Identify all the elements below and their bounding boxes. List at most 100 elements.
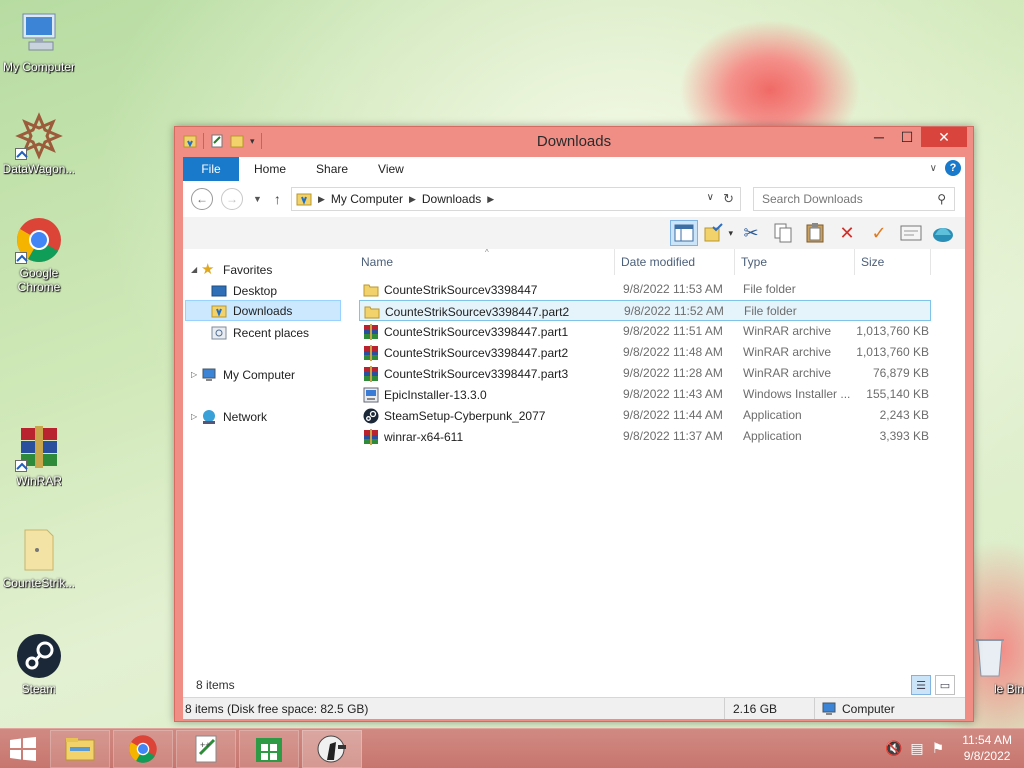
file-name-cell: winrar-x64-611 <box>363 429 463 445</box>
title-bar[interactable]: ▾ Downloads ─ ☐ ✕ <box>175 127 973 157</box>
nav-favorites[interactable]: ◢ ★ Favorites <box>191 259 272 280</box>
expand-arrow-icon[interactable]: ◢ <box>191 265 201 274</box>
start-button[interactable] <box>8 737 38 761</box>
clock[interactable]: 11:54 AM 9/8/2022 <box>962 732 1012 764</box>
minimize-button[interactable]: ─ <box>865 127 893 147</box>
refresh-icon[interactable]: ↻ <box>723 191 734 207</box>
computer-icon <box>202 368 216 381</box>
nav-recent-places[interactable]: Recent places <box>211 322 309 343</box>
breadcrumb-downloads[interactable]: Downloads <box>422 192 481 206</box>
nav-my-computer[interactable]: ▷ My Computer <box>191 364 295 385</box>
scissors-icon: ✂ <box>743 222 759 243</box>
desktop-icon-counterstrike-folder[interactable]: CounteStrik... <box>2 526 76 590</box>
downloads-folder-icon <box>296 193 312 206</box>
desktop-icon-label: CounteStrik... <box>2 576 76 590</box>
file-name-cell: CounteStrikSourcev3398447 <box>363 282 537 298</box>
column-header-size[interactable]: Size <box>855 249 931 275</box>
arrow-right-icon: → <box>226 192 238 206</box>
search-input[interactable]: Search Downloads ⚲ <box>753 187 955 211</box>
breadcrumb-my-computer[interactable]: My Computer <box>331 192 403 206</box>
action-center-flag-icon[interactable]: ⚑ <box>932 740 945 757</box>
table-row[interactable]: SteamSetup-Cyberpunk_2077 9/8/2022 11:44 … <box>359 405 931 426</box>
nav-desktop[interactable]: Desktop <box>211 280 277 301</box>
chevron-down-icon[interactable]: ▾ <box>728 228 733 239</box>
cut-button[interactable]: ✂ <box>737 220 765 246</box>
collapse-arrow-icon[interactable]: ▷ <box>191 370 201 379</box>
column-header-date-modified[interactable]: Date modified <box>615 249 735 275</box>
recent-locations-icon[interactable]: ▼ <box>253 194 262 204</box>
star-icon: ★ <box>201 260 215 278</box>
volume-muted-icon[interactable]: 🔇 <box>885 740 902 757</box>
chevron-right-icon[interactable]: ▶ <box>487 194 494 205</box>
desktop-icon-steam[interactable]: Steam <box>2 632 76 696</box>
tab-file[interactable]: File <box>183 157 239 181</box>
back-button[interactable]: ← <box>191 188 213 210</box>
taskbar-counter-strike[interactable] <box>302 730 362 768</box>
paste-icon <box>806 223 824 243</box>
tab-share[interactable]: Share <box>301 157 363 181</box>
internet-options-button[interactable] <box>929 220 957 246</box>
preview-pane-button[interactable] <box>670 220 699 246</box>
file-size: 1,013,760 KB <box>856 324 929 338</box>
file-name: SteamSetup-Cyberpunk_2077 <box>384 409 546 423</box>
column-header-name[interactable]: ^ Name <box>355 248 615 275</box>
file-size: 2,243 KB <box>879 408 929 422</box>
desktop-icon-my-computer[interactable]: My Computer <box>2 10 76 74</box>
file-name: EpicInstaller-13.3.0 <box>384 388 487 402</box>
forward-button[interactable]: → <box>221 188 243 210</box>
desktop-icon-datawagon[interactable]: DataWagon... <box>2 112 76 176</box>
taskbar-file-explorer[interactable] <box>50 730 110 768</box>
taskbar-notepad-plus[interactable]: ++ <box>176 730 236 768</box>
rename-button[interactable]: ✓ <box>865 220 893 246</box>
nav-network[interactable]: ▷ Network <box>191 406 267 427</box>
table-row[interactable]: winrar-x64-611 9/8/2022 11:37 AM Applicati… <box>359 426 931 447</box>
up-arrow-icon[interactable]: ↑ <box>274 191 281 207</box>
file-size: 3,393 KB <box>879 429 929 443</box>
maximize-button[interactable]: ☐ <box>893 127 921 147</box>
tab-home[interactable]: Home <box>239 157 301 181</box>
large-icons-view-button[interactable]: ▭ <box>935 675 955 695</box>
taskbar-store[interactable] <box>239 730 299 768</box>
table-row[interactable]: EpicInstaller-13.3.0 9/8/2022 11:43 AM Win… <box>359 384 931 405</box>
file-name: winrar-x64-611 <box>384 430 464 444</box>
column-header-type[interactable]: Type <box>735 249 855 275</box>
content-area: ◢ ★ Favorites Desktop Downloads Recent p… <box>183 248 965 697</box>
table-row[interactable]: CounteStrikSourcev3398447.part1 9/8/2022 … <box>359 321 931 342</box>
status-location-label: Computer <box>842 701 895 716</box>
file-date: 9/8/2022 11:44 AM <box>623 408 723 422</box>
table-row[interactable]: CounteStrikSourcev3398447.part3 9/8/2022 … <box>359 363 931 384</box>
search-placeholder: Search Downloads <box>762 192 863 206</box>
file-name-cell: CounteStrikSourcev3398447.part2 <box>363 345 568 361</box>
chevron-right-icon[interactable]: ▶ <box>409 194 416 205</box>
table-row[interactable]: CounteStrikSourcev3398447.part2 9/8/2022 … <box>359 300 931 321</box>
delete-button[interactable]: ✕ <box>833 220 861 246</box>
chevron-right-icon[interactable]: ▶ <box>318 194 325 205</box>
windows-logo-icon <box>10 737 36 761</box>
collapse-arrow-icon[interactable]: ▷ <box>191 412 201 421</box>
address-bar[interactable]: ▶ My Computer ▶ Downloads ▶ ∨ ↻ <box>291 187 741 211</box>
datawagon-icon <box>15 112 63 160</box>
taskbar: ++ 🔇 ▤ ⚑ 11:54 AM 9/8/2022 <box>0 728 1024 768</box>
downloads-folder-icon <box>211 305 227 317</box>
network-status-icon[interactable]: ▤ <box>910 740 923 757</box>
properties-button[interactable] <box>897 220 925 246</box>
taskbar-chrome[interactable] <box>113 730 173 768</box>
nav-label: Downloads <box>233 303 293 318</box>
select-button[interactable] <box>702 220 724 246</box>
computer-icon <box>15 10 63 58</box>
paste-button[interactable] <box>801 220 829 246</box>
help-icon[interactable]: ? <box>945 160 961 176</box>
chrome-icon <box>15 216 63 264</box>
nav-downloads[interactable]: Downloads <box>185 300 341 321</box>
desktop-icon-google-chrome[interactable]: Google Chrome <box>2 216 76 294</box>
expand-ribbon-icon[interactable]: ∨ <box>930 163 937 174</box>
copy-button[interactable] <box>769 220 797 246</box>
table-row[interactable]: CounteStrikSourcev3398447 9/8/2022 11:53 … <box>359 279 931 300</box>
close-button[interactable]: ✕ <box>921 127 967 147</box>
tab-view[interactable]: View <box>363 157 419 181</box>
details-view-button[interactable]: ☰ <box>911 675 931 695</box>
navigation-pane: ◢ ★ Favorites Desktop Downloads Recent p… <box>183 249 351 697</box>
desktop-icon-winrar[interactable]: WinRAR <box>2 424 76 488</box>
table-row[interactable]: CounteStrikSourcev3398447.part2 9/8/2022 … <box>359 342 931 363</box>
chevron-down-icon[interactable]: ∨ <box>707 192 714 203</box>
